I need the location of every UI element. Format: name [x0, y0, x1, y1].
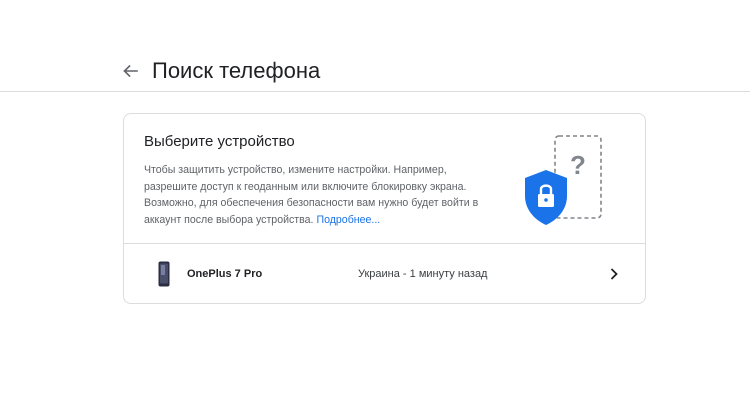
- arrow-back-icon: [123, 64, 138, 78]
- page-title: Поиск телефона: [152, 58, 321, 83]
- chevron-right-icon: [606, 264, 622, 284]
- card-header-section: Выберите устройство Чтобы защитить устро…: [124, 114, 645, 244]
- page-header: Поиск телефона: [0, 0, 750, 92]
- phone-icon: [158, 261, 170, 287]
- back-button[interactable]: [118, 59, 142, 83]
- device-name: OnePlus 7 Pro: [187, 268, 263, 280]
- device-select-card: Выберите устройство Чтобы защитить устро…: [123, 113, 646, 304]
- card-description-text: Чтобы защитить устройство, измените наст…: [144, 164, 479, 226]
- card-title: Выберите устройство: [144, 133, 295, 150]
- phone-security-illustration: ?: [525, 135, 602, 225]
- card-description: Чтобы защитить устройство, измените наст…: [144, 162, 489, 228]
- device-status: Украина - 1 минуту назад: [358, 268, 488, 280]
- svg-text:?: ?: [570, 150, 586, 180]
- learn-more-link[interactable]: Подробнее...: [316, 214, 380, 226]
- device-row-oneplus[interactable]: OnePlus 7 Pro Украина - 1 минуту назад: [124, 244, 645, 303]
